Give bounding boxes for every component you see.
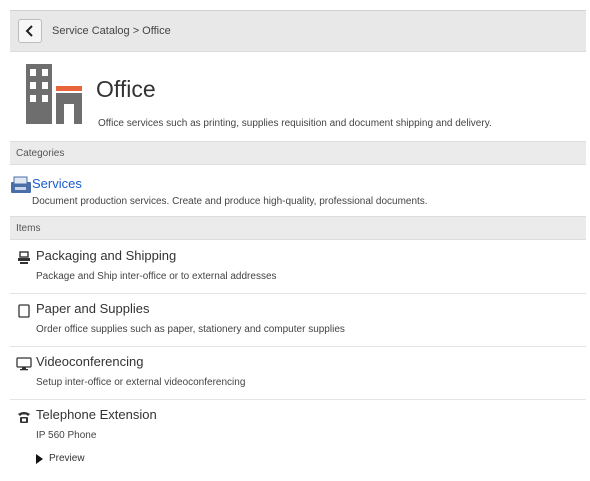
item-paper-and-supplies[interactable]: Paper and Supplies Order office supplies… bbox=[10, 295, 586, 347]
item-videoconferencing[interactable]: Videoconferencing Setup inter-office or … bbox=[10, 348, 586, 400]
item-name[interactable]: Paper and Supplies bbox=[36, 301, 149, 316]
caret-right-icon bbox=[36, 453, 43, 464]
package-icon bbox=[16, 250, 32, 266]
page: Service Catalog > Office Office Office s… bbox=[0, 0, 590, 473]
category-row-services[interactable]: Services Document production services. C… bbox=[10, 172, 586, 212]
items-section-header: Items bbox=[10, 216, 586, 240]
page-title: Office bbox=[96, 76, 156, 102]
services-category-icon bbox=[11, 176, 31, 193]
item-packaging-and-shipping[interactable]: Packaging and Shipping Package and Ship … bbox=[10, 242, 586, 294]
preview-toggle[interactable]: Preview bbox=[36, 453, 85, 464]
office-building-icon bbox=[26, 64, 82, 124]
chevron-left-icon bbox=[25, 25, 33, 37]
item-name[interactable]: Videoconferencing bbox=[36, 354, 143, 369]
categories-section-header: Categories bbox=[10, 141, 586, 165]
page-description: Office services such as printing, suppli… bbox=[98, 118, 492, 129]
item-description: Order office supplies such as paper, sta… bbox=[36, 324, 345, 335]
toolbar: Service Catalog > Office bbox=[10, 10, 586, 52]
item-name[interactable]: Telephone Extension bbox=[36, 407, 157, 422]
back-button[interactable] bbox=[18, 19, 42, 43]
monitor-icon bbox=[16, 356, 32, 372]
item-description: Package and Ship inter-office or to exte… bbox=[36, 271, 277, 282]
preview-label: Preview bbox=[49, 453, 85, 464]
catalog-header: Office Office services such as printing,… bbox=[10, 60, 586, 140]
top-spacer bbox=[0, 0, 590, 10]
item-telephone-extension[interactable]: Telephone Extension IP 560 Phone Preview bbox=[10, 401, 586, 481]
item-name[interactable]: Packaging and Shipping bbox=[36, 248, 176, 263]
telephone-icon bbox=[16, 409, 32, 425]
category-link-services[interactable]: Services bbox=[32, 176, 82, 191]
breadcrumb[interactable]: Service Catalog > Office bbox=[52, 25, 171, 37]
category-description: Document production services. Create and… bbox=[32, 196, 428, 207]
document-icon bbox=[16, 303, 32, 319]
item-description: IP 560 Phone bbox=[36, 430, 97, 441]
item-description: Setup inter-office or external videoconf… bbox=[36, 377, 246, 388]
